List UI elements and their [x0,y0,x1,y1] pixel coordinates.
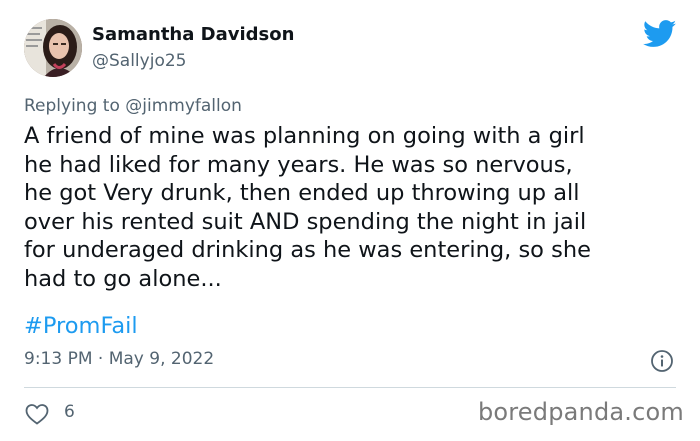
watermark: boredpanda.com [477,398,684,426]
avatar[interactable] [24,19,82,77]
like-count: 6 [64,402,75,422]
heart-icon[interactable] [24,402,50,426]
info-icon[interactable] [650,349,674,373]
reply-mention-link[interactable]: @jimmyfallon [125,96,242,116]
reply-prefix: Replying to [24,96,120,116]
tweet-text: A friend of mine was planning on going w… [24,123,591,292]
user-handle[interactable]: @Sallyjo25 [92,51,186,71]
twitter-bird-icon[interactable] [643,20,677,48]
divider [24,387,676,388]
tweet-timestamp[interactable]: 9:13 PM · May 9, 2022 [24,349,214,369]
display-name[interactable]: Samantha Davidson [92,24,294,45]
hashtag-link[interactable]: #PromFail [24,312,138,341]
reply-context: Replying to @jimmyfallon [24,96,242,116]
